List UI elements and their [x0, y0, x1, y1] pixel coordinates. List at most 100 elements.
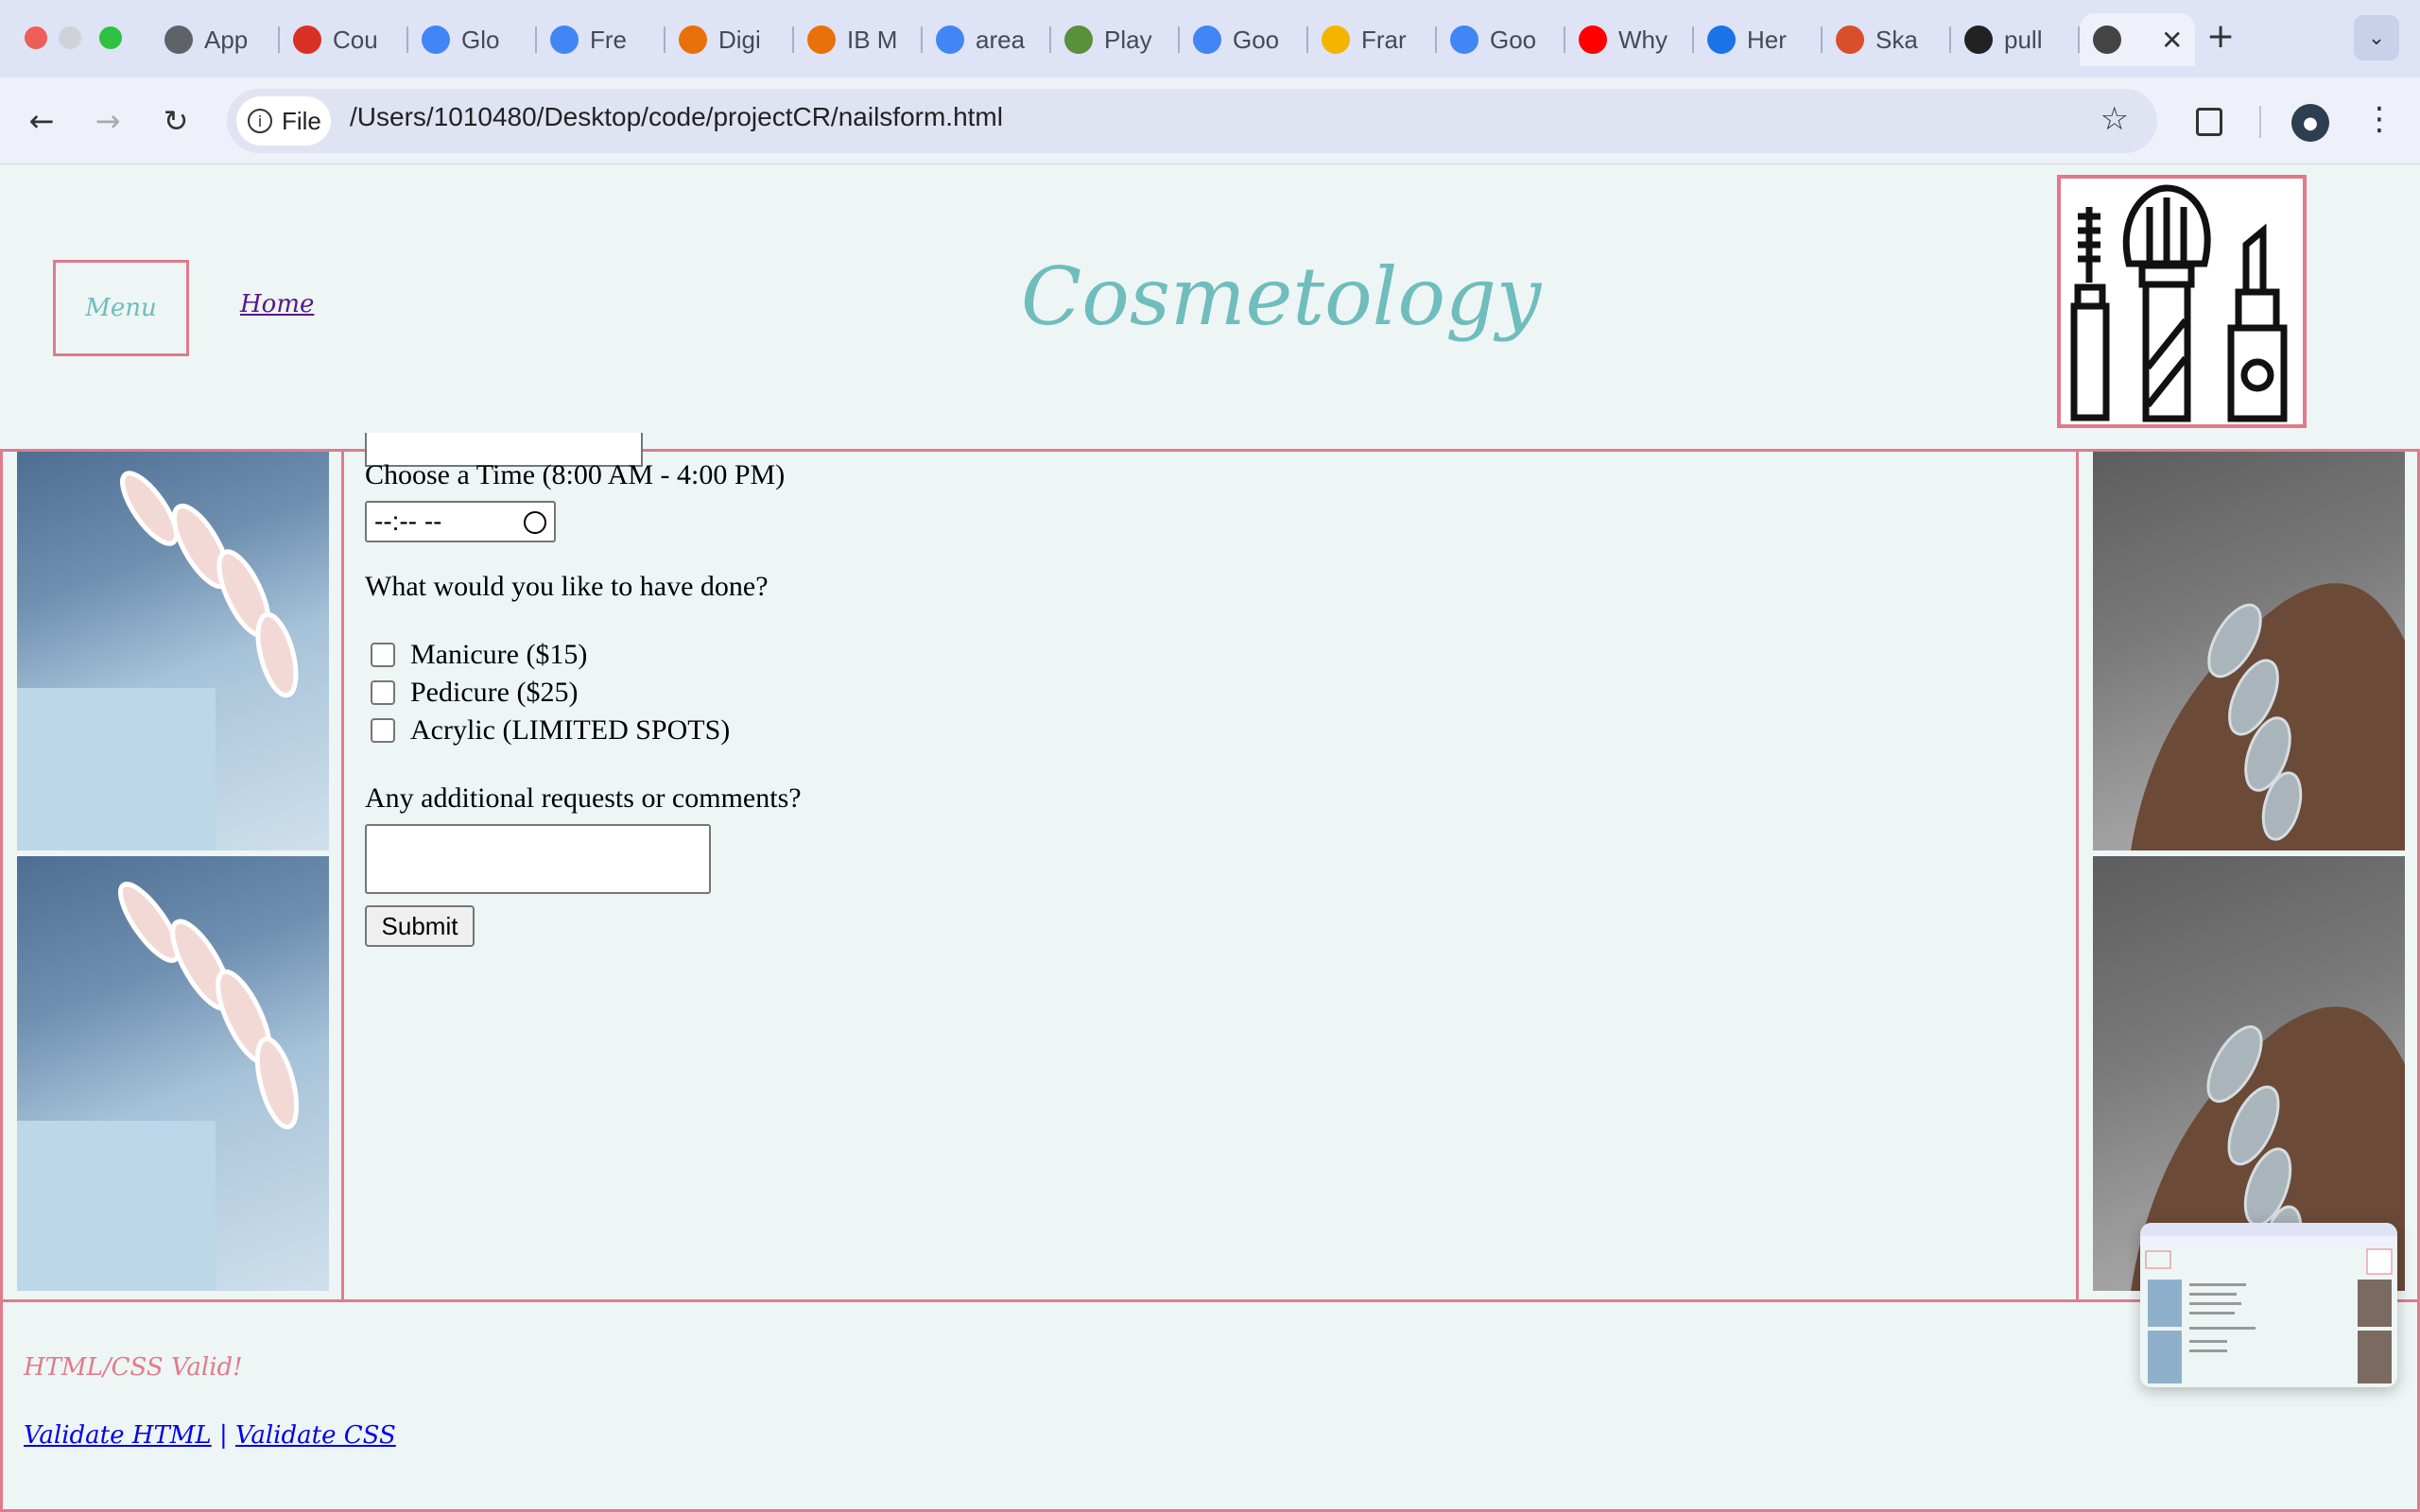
tab-search-button[interactable]: ⌄	[2354, 15, 2399, 60]
nail-photo-art	[17, 471, 299, 850]
youtube-icon	[1579, 26, 1607, 54]
address-bar[interactable]: i File /Users/1010480/Desktop/code/proje…	[227, 89, 2157, 153]
tab-title: Play	[1104, 25, 1152, 54]
validate-css-link[interactable]: Validate CSS	[235, 1421, 396, 1450]
css-icon	[1707, 26, 1736, 54]
browser-tab[interactable]: Ska	[1823, 13, 1951, 66]
gear-red-icon	[293, 26, 321, 54]
github-icon	[1964, 26, 1993, 54]
profile-avatar[interactable]: ●	[2291, 104, 2329, 142]
valid-badge-text: HTML/CSS Valid!	[24, 1353, 243, 1382]
link-separator: |	[218, 1421, 228, 1450]
makeup-icon	[2093, 26, 2121, 54]
forward-button[interactable]: →	[85, 98, 130, 144]
tab-preview-art	[2140, 1223, 2397, 1387]
browser-menu-icon[interactable]: ⋮	[2363, 100, 2395, 138]
info-icon: i	[248, 109, 272, 133]
site-title: Cosmetology	[1021, 250, 1542, 343]
maximize-window-button[interactable]	[99, 26, 122, 49]
tab-title: Fre	[590, 25, 627, 54]
acrylic-checkbox[interactable]	[371, 718, 395, 743]
browser-tab[interactable]: Why	[1565, 13, 1694, 66]
validation-links: Validate HTML | Validate CSS	[24, 1421, 396, 1450]
browser-tab[interactable]: Digi	[666, 13, 794, 66]
pedicure-checkbox[interactable]	[371, 680, 395, 705]
service-option-pedicure[interactable]: Pedicure ($25)	[371, 677, 578, 709]
main-content: Choose a Time (8:00 AM - 4:00 PM) --:-- …	[0, 433, 2420, 1302]
time-input[interactable]: --:-- --	[365, 501, 556, 542]
clock-icon[interactable]	[524, 511, 546, 534]
comments-textarea[interactable]	[365, 824, 711, 894]
tab-title: Frar	[1361, 25, 1407, 54]
validate-html-link[interactable]: Validate HTML	[24, 1421, 212, 1450]
minimize-window-button[interactable]	[59, 26, 81, 49]
extensions-button[interactable]	[2186, 98, 2233, 146]
browser-tab[interactable]: Goo	[1437, 13, 1565, 66]
e-logo-icon	[807, 26, 836, 54]
browser-tab[interactable]: Glo	[408, 13, 537, 66]
nail-photo-art-3	[2131, 583, 2405, 850]
puzzle-icon	[2196, 108, 2222, 136]
pedicure-label: Pedicure ($25)	[410, 677, 579, 708]
globe-icon	[164, 26, 193, 54]
makeup-logo-icon	[2057, 175, 2307, 428]
close-tab-icon[interactable]: ✕	[2161, 25, 2183, 56]
browser-tab[interactable]: Frar	[1308, 13, 1437, 66]
tab-title: Goo	[1490, 25, 1537, 54]
browser-tab[interactable]: Goo	[1180, 13, 1308, 66]
browser-tab[interactable]: App	[151, 13, 280, 66]
tab-list: App Cou Glo Fre Digi IB M area Play Goo Frar Goo Wh…	[151, 13, 2195, 66]
nail-photo-french-tips	[17, 452, 329, 850]
back-button[interactable]: ←	[19, 98, 64, 144]
manicure-label: Manicure ($15)	[410, 639, 588, 670]
service-option-acrylic[interactable]: Acrylic (LIMITED SPOTS)	[371, 714, 730, 747]
site-info-chip[interactable]: i File	[236, 96, 331, 146]
toolbar-divider	[2259, 106, 2261, 138]
tab-title: IB M	[847, 25, 898, 54]
reload-icon: ↻	[163, 103, 189, 139]
left-photo-column	[0, 452, 344, 1302]
cloud-icon	[422, 26, 450, 54]
chess-pawn-icon	[1064, 26, 1093, 54]
menu-button[interactable]: Menu	[53, 260, 189, 356]
browser-tab[interactable]: Fre	[537, 13, 666, 66]
e-logo-icon	[679, 26, 707, 54]
tab-title: pull	[2004, 25, 2043, 54]
new-tab-button[interactable]: +	[2206, 17, 2235, 56]
acrylic-label: Acrylic (LIMITED SPOTS)	[410, 714, 731, 746]
right-photo-column	[2076, 452, 2420, 1302]
browser-tab[interactable]: IB M	[794, 13, 923, 66]
nail-photo-grey-almond	[2093, 452, 2405, 850]
slides-icon	[1322, 26, 1350, 54]
nail-photo-art-2	[17, 882, 300, 1291]
browser-toolbar: ← → ↻ i File /Users/1010480/Desktop/code…	[0, 77, 2420, 164]
time-value: --:-- --	[374, 507, 442, 536]
bookmark-star-icon[interactable]: ☆	[2100, 100, 2129, 138]
close-window-button[interactable]	[25, 26, 47, 49]
service-option-manicure[interactable]: Manicure ($15)	[371, 639, 587, 671]
arrow-right-icon: →	[95, 103, 121, 139]
browser-tab[interactable]: Play	[1051, 13, 1180, 66]
manicure-checkbox[interactable]	[371, 643, 395, 667]
browser-tab[interactable]: area	[923, 13, 1051, 66]
tab-preview-thumbnail[interactable]	[2140, 1223, 2397, 1387]
google-icon	[1193, 26, 1221, 54]
sb-icon	[1836, 26, 1864, 54]
browser-tab[interactable]: pull	[1951, 13, 2080, 66]
comments-label: Any additional requests or comments?	[365, 782, 802, 814]
docs-icon	[550, 26, 579, 54]
submit-button[interactable]: Submit	[365, 905, 475, 947]
url-text[interactable]: /Users/1010480/Desktop/code/projectCR/na…	[350, 102, 1003, 132]
time-label: Choose a Time (8:00 AM - 4:00 PM)	[365, 459, 786, 490]
active-browser-tab[interactable]: ✕	[2080, 13, 2195, 66]
tab-title: Why	[1618, 25, 1668, 54]
page: Menu Home Cosmetology Choose a Time (8:0…	[0, 165, 2420, 1512]
tab-title: Cou	[333, 25, 378, 54]
google-icon	[936, 26, 964, 54]
browser-tab[interactable]: Her	[1694, 13, 1823, 66]
services-question: What would you like to have done?	[365, 571, 769, 602]
tab-title: area	[976, 25, 1026, 54]
reload-button[interactable]: ↻	[153, 98, 199, 144]
home-link[interactable]: Home	[240, 290, 314, 318]
browser-tab[interactable]: Cou	[280, 13, 408, 66]
